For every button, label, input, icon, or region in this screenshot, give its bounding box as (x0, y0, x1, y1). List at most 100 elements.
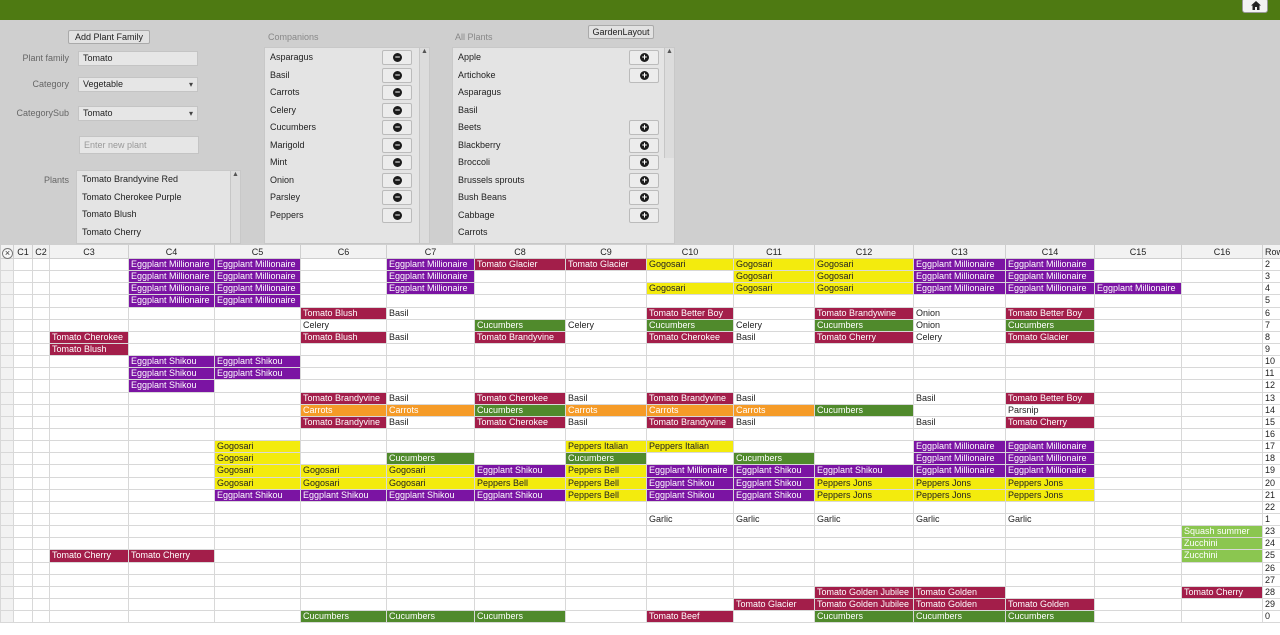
grid-cell[interactable] (214, 512, 301, 527)
add-button[interactable]: + (629, 172, 659, 188)
grid-cell[interactable] (32, 355, 50, 369)
plants-scrollbar[interactable]: ▲ (230, 171, 240, 243)
grid-cell[interactable] (1094, 452, 1182, 466)
grid-cell[interactable] (128, 452, 215, 466)
plants-list[interactable]: Tomato Brandyvine Red Tomato Cherokee Pur… (76, 170, 241, 244)
grid-cell[interactable] (646, 452, 734, 466)
grid-cell[interactable]: Eggplant Shikou (214, 355, 301, 369)
remove-button[interactable]: − (382, 102, 412, 118)
grid-cell[interactable] (214, 610, 301, 624)
grid-cell[interactable] (646, 367, 734, 381)
grid-cell[interactable]: Eggplant Shikou (474, 464, 566, 478)
grid-cell[interactable] (214, 306, 301, 320)
grid-cell[interactable] (646, 573, 734, 587)
grid-cell[interactable]: Tomato Blush (49, 342, 129, 357)
list-item[interactable]: Mint (265, 154, 375, 172)
grid-cell[interactable] (13, 427, 33, 442)
grid-cell[interactable] (1181, 306, 1263, 320)
grid-cell[interactable]: Basil (565, 415, 647, 429)
remove-button[interactable]: − (382, 207, 412, 223)
grid-cell[interactable] (13, 257, 33, 272)
grid-cell[interactable] (128, 464, 215, 478)
grid-cell[interactable] (1094, 403, 1182, 417)
grid-cell[interactable]: Eggplant Millionaire (1005, 270, 1095, 284)
grid-cell[interactable] (214, 379, 301, 393)
grid-cell[interactable] (733, 573, 815, 587)
grid-cell[interactable] (32, 257, 50, 272)
grid-cell[interactable]: Cucumbers (646, 318, 734, 332)
grid-cell[interactable] (13, 610, 33, 624)
list-item[interactable]: Tomato Cherry (77, 224, 227, 242)
grid-cell[interactable] (300, 561, 387, 575)
grid-cell[interactable]: Eggplant Shikou (646, 476, 734, 490)
grid-cell[interactable] (565, 342, 647, 357)
grid-cell[interactable] (1094, 294, 1182, 308)
grid-cell[interactable] (814, 500, 914, 514)
list-item[interactable]: Parsley (265, 189, 375, 207)
grid-cell[interactable]: Tomato Brandyvine (300, 391, 387, 405)
grid-cell[interactable]: Tomato Golden (913, 597, 1006, 612)
grid-cell[interactable] (1181, 561, 1263, 575)
grid-cell[interactable] (565, 525, 647, 539)
grid-cell[interactable] (1094, 342, 1182, 357)
grid-cell[interactable]: Tomato Cherry (49, 549, 129, 563)
grid-cell[interactable]: Peppers Bell (565, 464, 647, 478)
grid-cell[interactable]: Peppers Jons (814, 476, 914, 490)
grid-cell[interactable] (814, 549, 914, 563)
grid-cell[interactable] (565, 573, 647, 587)
grid-cell[interactable] (1181, 415, 1263, 429)
list-item[interactable]: Asparagus (265, 49, 375, 67)
grid-cell[interactable] (32, 367, 50, 381)
column-header[interactable]: C10 (646, 244, 734, 259)
list-item[interactable]: Basil (265, 67, 375, 85)
grid-cell[interactable] (49, 270, 129, 284)
grid-cell[interactable]: Gogosari (646, 282, 734, 296)
grid-cell[interactable] (128, 488, 215, 502)
grid-cell[interactable] (646, 294, 734, 308)
grid-cell[interactable]: Gogosari (646, 257, 734, 272)
grid-cell[interactable]: Eggplant Shikou (733, 488, 815, 502)
grid-cell[interactable] (474, 427, 566, 442)
grid-cell[interactable]: Tomato Brandyvine (646, 415, 734, 429)
grid-cell[interactable] (128, 500, 215, 514)
grid-cell[interactable] (733, 367, 815, 381)
grid-cell[interactable]: Eggplant Millionaire (214, 270, 301, 284)
grid-cell[interactable]: Gogosari (733, 257, 815, 272)
grid-cell[interactable] (13, 525, 33, 539)
add-plant-family-button[interactable]: Add Plant Family (68, 30, 150, 44)
grid-cell[interactable] (565, 367, 647, 381)
grid-cell[interactable] (474, 355, 566, 369)
grid-cell[interactable] (128, 403, 215, 417)
grid-cell[interactable] (1181, 440, 1263, 454)
grid-cell[interactable]: Carrots (386, 403, 475, 417)
grid-cell[interactable] (214, 549, 301, 563)
grid-cell[interactable]: Eggplant Millionaire (386, 282, 475, 296)
grid-cell[interactable] (733, 561, 815, 575)
grid-cell[interactable] (300, 282, 387, 296)
grid-cell[interactable] (474, 440, 566, 454)
grid-cell[interactable]: Tomato Golden (913, 585, 1006, 599)
grid-cell[interactable] (128, 415, 215, 429)
grid-cell[interactable] (646, 500, 734, 514)
grid-cell[interactable] (814, 391, 914, 405)
grid-cell[interactable]: Gogosari (300, 464, 387, 478)
grid-cell[interactable]: Eggplant Shikou (128, 355, 215, 369)
grid-cell[interactable] (814, 379, 914, 393)
grid-cell[interactable] (565, 379, 647, 393)
grid-cell[interactable]: Eggplant Millionaire (1005, 440, 1095, 454)
grid-cell[interactable] (1181, 391, 1263, 405)
grid-cell[interactable] (300, 342, 387, 357)
grid-cell[interactable] (49, 415, 129, 429)
list-item[interactable]: Broccoli (453, 154, 623, 172)
grid-cell[interactable]: Garlic (814, 512, 914, 527)
home-button[interactable] (1242, 0, 1268, 13)
grid-cell[interactable]: Tomato Cherokee (49, 330, 129, 344)
grid-cell[interactable] (565, 306, 647, 320)
grid-cell[interactable] (32, 427, 50, 442)
grid-cell[interactable] (49, 573, 129, 587)
grid-cell[interactable]: Eggplant Millionaire (386, 270, 475, 284)
grid-cell[interactable] (1094, 585, 1182, 599)
grid-cell[interactable]: Cucumbers (474, 403, 566, 417)
grid-cell[interactable] (13, 452, 33, 466)
grid-cell[interactable] (565, 500, 647, 514)
